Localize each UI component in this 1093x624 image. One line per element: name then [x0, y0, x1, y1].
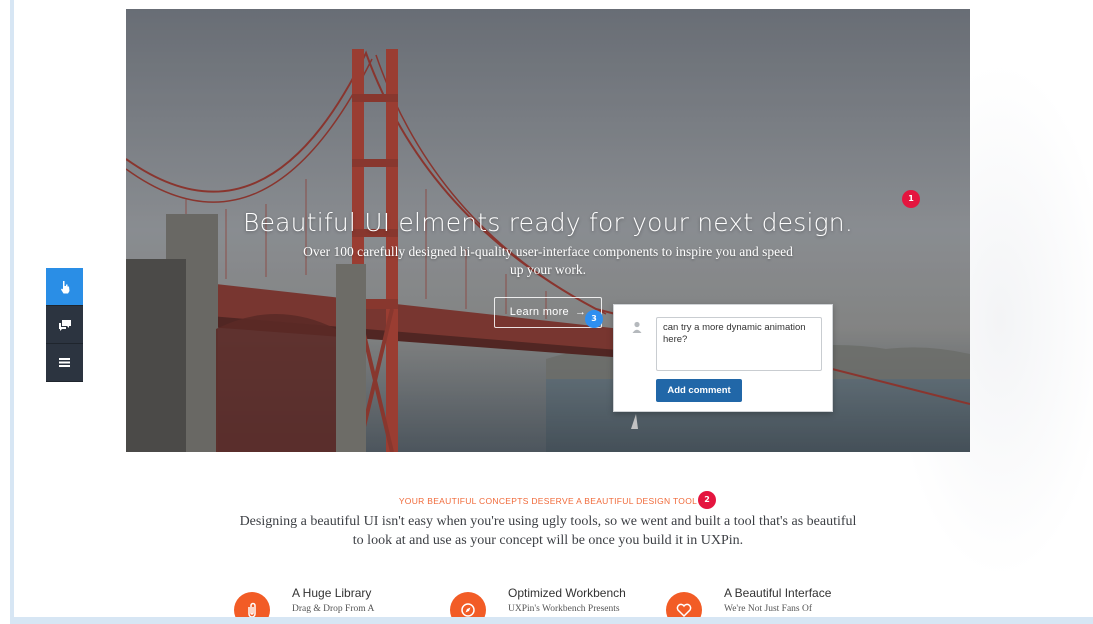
comment-marker-1[interactable]: 1: [902, 190, 920, 208]
tool-list[interactable]: [46, 344, 83, 382]
section-description: Designing a beautiful UI isn't easy when…: [239, 514, 857, 548]
heart-icon: [676, 603, 692, 617]
comment-marker-3[interactable]: 3: [585, 310, 603, 328]
feature-title: A Beautiful Interface: [724, 586, 832, 600]
feature-title: A Huge Library: [292, 586, 372, 600]
hero-section: Beautiful UI elments ready for your next…: [126, 9, 970, 452]
section-label: YOUR BEAUTIFUL CONCEPTS DESERVE A BEAUTI…: [398, 496, 698, 506]
user-icon: [632, 321, 642, 333]
hero-subtitle: Over 100 carefully designed hi-quality u…: [303, 244, 793, 277]
add-comment-button[interactable]: Add comment: [656, 379, 742, 402]
learn-more-label: Learn more: [509, 306, 569, 318]
feature-description: We're Not Just Fans Of: [724, 604, 813, 614]
feature-description: UXPin's Workbench Presents: [508, 604, 620, 614]
comment-input[interactable]: can try a more dynamic animation here?: [656, 317, 822, 371]
hero-title: Beautiful UI elments ready for your next…: [243, 208, 853, 237]
comments-icon: [58, 319, 71, 331]
paperclip-icon: [248, 602, 256, 618]
compass-icon: [461, 603, 475, 617]
frame-border: [10, 0, 14, 624]
frame-border-bottom: [10, 617, 1093, 624]
feature-title: Optimized Workbench: [508, 586, 626, 600]
tool-comments[interactable]: [46, 306, 83, 344]
left-toolbar: [46, 268, 83, 382]
feature-description: Drag & Drop From A: [292, 604, 375, 614]
hand-pointer-icon: [60, 280, 69, 293]
tool-interact[interactable]: [46, 268, 83, 306]
comment-popover: can try a more dynamic animation here? A…: [613, 304, 833, 412]
list-icon: [59, 358, 70, 367]
